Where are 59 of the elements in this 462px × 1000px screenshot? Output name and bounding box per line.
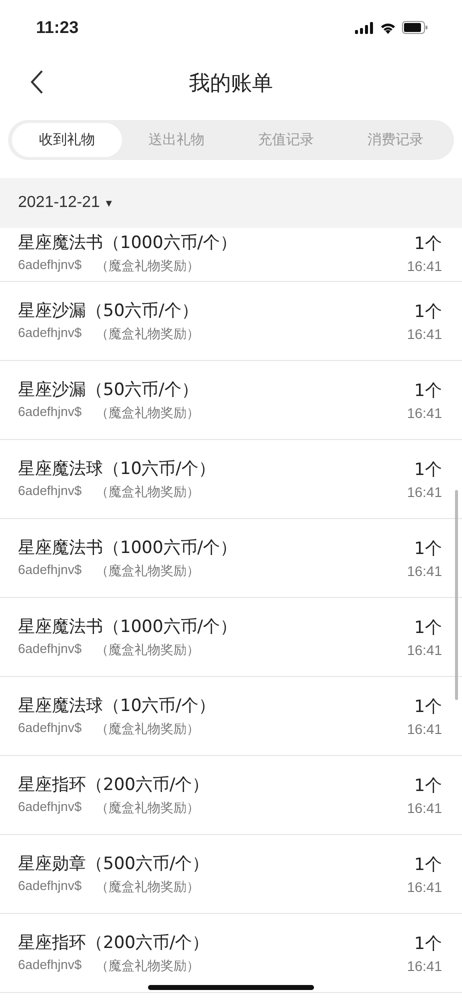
gift-quantity: 1个 xyxy=(414,380,442,402)
sender-name: 6adefhjnv$ xyxy=(18,799,82,816)
gift-quantity: 1个 xyxy=(414,775,442,797)
sender-name: 6adefhjnv$ xyxy=(18,957,82,974)
sender-name: 6adefhjnv$ xyxy=(18,641,82,658)
date-label[interactable]: 2021-12-21 xyxy=(18,194,100,212)
record-time: 16:41 xyxy=(406,879,442,895)
gift-name: 星座勋章（500六币/个） xyxy=(18,853,210,875)
gift-source: （魔盒礼物奖励） xyxy=(96,641,200,659)
sender-name: 6adefhjnv$ xyxy=(18,878,82,895)
gift-name: 星座指环（200六币/个） xyxy=(18,932,210,954)
gift-quantity: 1个 xyxy=(414,854,442,876)
caret-icon[interactable]: ▾ xyxy=(106,196,112,210)
sender-name: 6adefhjnv$ xyxy=(18,562,82,579)
gift-source: （魔盒礼物奖励） xyxy=(96,720,200,738)
gift-name: 星座魔法书（1000六币/个） xyxy=(18,232,237,254)
record-time: 16:41 xyxy=(406,958,442,974)
gift-name: 星座魔法球（10六币/个） xyxy=(18,695,216,717)
gift-quantity: 1个 xyxy=(414,301,442,323)
record-time: 16:41 xyxy=(406,642,442,658)
gift-source: （魔盒礼物奖励） xyxy=(96,483,200,501)
record-time: 16:41 xyxy=(406,326,442,342)
gift-quantity: 1个 xyxy=(414,933,442,955)
wifi-icon xyxy=(380,22,396,34)
record-time: 16:41 xyxy=(406,258,442,274)
back-icon[interactable] xyxy=(30,69,44,95)
gift-source: （魔盒礼物奖励） xyxy=(96,404,200,422)
gift-name: 星座沙漏（50六币/个） xyxy=(18,379,200,401)
gift-name: 星座沙漏（50六币/个） xyxy=(18,300,200,322)
page-title: 我的账单 xyxy=(189,70,273,96)
record-time: 16:41 xyxy=(406,563,442,579)
gift-name: 星座魔法书（1000六币/个） xyxy=(18,537,237,559)
gift-name: 星座指环（200六币/个） xyxy=(18,774,210,796)
sender-name: 6adefhjnv$ xyxy=(18,404,82,421)
gift-source: （魔盒礼物奖励） xyxy=(96,799,200,817)
record-time: 16:41 xyxy=(406,721,442,737)
gift-source: （魔盒礼物奖励） xyxy=(96,878,200,896)
gift-name: 星座魔法书（1000六币/个） xyxy=(18,616,237,638)
battery-icon xyxy=(402,21,428,34)
gift-quantity: 1个 xyxy=(414,696,442,718)
gift-source: （魔盒礼物奖励） xyxy=(96,256,200,274)
tab[interactable]: 收到礼物 xyxy=(12,123,122,157)
gift-source: （魔盒礼物奖励） xyxy=(96,957,200,975)
sender-name: 6adefhjnv$ xyxy=(18,720,82,737)
gift-quantity: 1个 xyxy=(414,538,442,560)
gift-source: （魔盒礼物奖励） xyxy=(96,325,200,343)
status-time: 11:23 xyxy=(36,18,79,38)
record-time: 16:41 xyxy=(406,484,442,500)
sender-name: 6adefhjnv$ xyxy=(18,483,82,500)
gift-quantity: 1个 xyxy=(414,617,442,639)
gift-name: 星座魔法球（10六币/个） xyxy=(18,458,216,480)
gift-quantity: 1个 xyxy=(414,232,442,254)
sender-name: 6adefhjnv$ xyxy=(18,325,82,342)
signal-icon xyxy=(355,22,374,34)
gift-quantity: 1个 xyxy=(414,459,442,481)
record-time: 16:41 xyxy=(406,800,442,816)
gift-source: （魔盒礼物奖励） xyxy=(96,562,200,580)
record-time: 16:41 xyxy=(406,405,442,421)
sender-name: 6adefhjnv$ xyxy=(18,256,82,274)
